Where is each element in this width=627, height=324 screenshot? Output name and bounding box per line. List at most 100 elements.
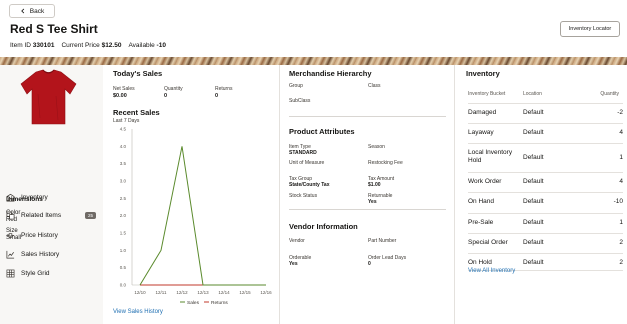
related-items-icon [6,211,15,220]
y-tick-label: 2.0 [120,213,127,218]
sidebar: Dimensions Color Red Size Small Inventor… [0,65,103,324]
bucket-cell: Local Inventory Hold [468,149,513,164]
sidebar-item-sales-history[interactable]: Sales History [6,250,96,259]
item-type-value: STANDARD [289,150,317,156]
returns-label: Returns [215,86,233,92]
available-label: Available [128,42,155,49]
grid-icon [6,269,15,278]
column-header-bucket: Inventory Bucket [468,91,506,97]
order-lead-days-value: 0 [368,261,371,267]
x-tick-label: 12/15 [239,290,251,295]
available-value: -10 [156,42,166,49]
view-all-inventory-link[interactable]: View All Inventory [468,268,515,274]
table-row[interactable]: Work Order Default 4 [468,172,623,190]
table-row[interactable]: On Hand Default -10 [468,192,623,210]
divider [289,209,446,210]
sales-history-icon [6,250,15,259]
group-label: Group [289,83,303,89]
bucket-cell: On Hand [468,198,495,205]
part-number-label: Part Number [368,238,397,244]
class-label: Class [368,83,381,89]
legend-label-sales: Sales [187,300,200,306]
series-line-sales [139,146,266,286]
recent-sales-chart: 4.5 4.0 3.5 3.0 2.5 2.0 1.5 1.0 0.5 0.0 12/10 12/11… [120,127,272,307]
sidebar-item-label: Price History [21,232,58,239]
sidebar-item-label: Sales History [21,251,60,258]
quantity-cell: 1 [619,219,623,226]
quantity-cell: 2 [619,259,623,266]
y-tick-label: 3.5 [120,161,127,166]
y-tick-label: 4.5 [120,127,127,132]
bucket-cell: Layaway [468,129,494,136]
product-image [20,69,77,125]
x-tick-label: 12/16 [260,290,272,295]
location-cell: Default [523,129,544,136]
current-price-label: Current Price [61,42,100,49]
sidebar-item-label: Inventory [21,194,48,201]
table-row[interactable]: Local Inventory Hold Default 1 [468,143,623,171]
table-row[interactable]: Special Order Default 2 [468,233,623,251]
bucket-cell: Pre-Sale [468,219,494,226]
season-label: Season [368,144,385,150]
legend-label-returns: Returns [211,300,228,306]
bucket-cell: Damaged [468,109,497,116]
unit-of-measure-label: Unit of Measure [289,160,325,166]
quantity-cell: 1 [619,154,623,161]
location-cell: Default [523,239,544,246]
divider [289,116,446,117]
sidebar-item-related-items[interactable]: Related Items 25 [6,211,96,220]
sidebar-item-style-grid[interactable]: Style Grid [6,269,96,278]
restocking-fee-label: Restocking Fee [368,160,403,166]
returnable-value: Yes [368,199,377,205]
decorative-banner [0,57,627,65]
location-cell: Default [523,154,544,161]
location-cell: Default [523,219,544,226]
x-tick-label: 12/11 [156,290,167,295]
quantity-cell: -2 [617,109,623,116]
product-attributes-title: Product Attributes [289,127,355,136]
price-history-icon [6,233,15,238]
back-button[interactable]: Back [9,4,55,18]
inventory-locator-button[interactable]: Inventory Locator [560,21,620,37]
net-sales-value: $0.00 [113,93,127,99]
current-price-value: $12.50 [101,42,122,49]
stock-status-label: Stock Status [289,193,318,199]
table-row[interactable]: Damaged Default -2 [468,103,623,121]
x-tick-label: 12/14 [218,290,230,295]
table-row[interactable]: Pre-Sale Default 1 [468,213,623,231]
quantity-value: 0 [164,93,168,99]
item-meta: Item ID 330101 Current Price $12.50 Avai… [10,42,166,49]
location-cell: Default [523,259,544,266]
tax-amount-value: $1.00 [368,182,381,188]
y-tick-label: 3.0 [120,179,127,184]
vendor-information-title: Vendor Information [289,222,358,231]
sidebar-item-inventory[interactable]: Inventory [6,193,96,202]
table-row[interactable]: Layaway Default 4 [468,123,623,141]
quantity-cell: -10 [613,198,623,205]
inventory-title: Inventory [466,69,500,78]
bucket-cell: On Hold [468,259,492,266]
y-tick-label: 0.5 [120,265,127,270]
sidebar-item-price-history[interactable]: Price History [6,231,96,240]
page-title: Red S Tee Shirt [10,22,98,36]
column-header-location: Location [523,91,542,97]
warehouse-icon [6,193,15,202]
todays-sales-title: Today's Sales [113,69,163,78]
location-cell: Default [523,178,544,185]
y-tick-label: 1.0 [120,248,127,253]
orderable-value: Yes [289,261,298,267]
view-sales-history-link[interactable]: View Sales History [113,309,163,315]
back-label: Back [29,7,45,15]
x-tick-label: 12/10 [134,290,146,295]
net-sales-label: Net Sales [113,86,135,92]
merchandise-panel: Merchandise Hierarchy Group Class SubCla… [279,65,453,324]
sidebar-item-label: Style Grid [21,270,50,277]
sidebar-item-label: Related Items [21,212,62,219]
quantity-cell: 2 [619,239,623,246]
recent-sales-title: Recent Sales [113,108,160,117]
column-header-quantity: Quantity [600,91,619,97]
y-tick-label: 4.0 [120,144,127,149]
x-tick-label: 12/13 [197,290,209,295]
inventory-panel: Inventory Inventory Bucket Location Quan… [454,65,627,324]
quantity-cell: 4 [619,178,623,185]
